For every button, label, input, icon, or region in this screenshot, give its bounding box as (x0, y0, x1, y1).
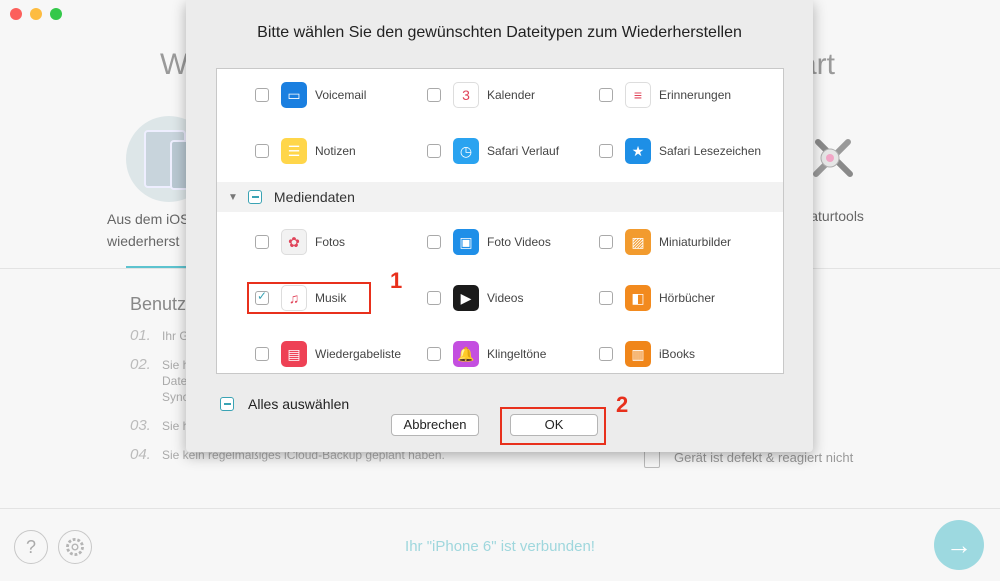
file-type-label: Kalender (487, 88, 536, 102)
select-all-checkbox[interactable] (220, 397, 234, 411)
file-type-item[interactable]: ◷ Safari Verlauf (427, 123, 559, 179)
device-icon (644, 450, 660, 468)
file-type-item[interactable]: ▤ Wiedergabeliste (255, 326, 402, 373)
file-type-item[interactable]: ▨ Miniaturbilder (599, 214, 731, 270)
file-type-label: Fotos (315, 235, 346, 249)
minimize-window-button[interactable] (30, 8, 42, 20)
media-section-header[interactable]: ▼ Mediendaten (217, 182, 783, 212)
file-type-label: Voicemail (315, 88, 367, 102)
file-type-label: Safari Lesezeichen (659, 144, 762, 158)
file-type-checkbox[interactable] (427, 88, 441, 102)
reminders-icon: ≡ (625, 82, 651, 108)
file-type-item[interactable]: ✿ Fotos (255, 214, 345, 270)
file-type-checkbox[interactable] (427, 347, 441, 361)
select-all-label: Alles auswählen (248, 396, 350, 412)
disclosure-triangle-icon[interactable]: ▼ (228, 192, 238, 203)
close-window-button[interactable] (10, 8, 22, 20)
media-section-checkbox[interactable] (247, 190, 262, 204)
file-type-checkbox[interactable] (255, 144, 269, 158)
file-type-checkbox[interactable] (255, 347, 269, 361)
audiobooks-icon: ◧ (625, 285, 651, 311)
file-type-label: Wiedergabeliste (315, 347, 402, 361)
next-button[interactable]: → (934, 520, 984, 570)
file-type-label: Klingeltöne (487, 347, 547, 361)
file-type-dialog: Bitte wählen Sie den gewünschten Dateity… (186, 0, 813, 452)
file-type-row: ☰ Notizen ◷ Safari Verlauf ★ Safari Lesezeich… (217, 123, 783, 179)
ringtones-icon: 🔔 (453, 341, 479, 367)
file-type-checkbox[interactable] (599, 347, 613, 361)
select-all[interactable]: Alles auswählen (220, 396, 349, 412)
file-type-checkbox[interactable] (427, 291, 441, 305)
file-type-checkbox[interactable] (255, 235, 269, 249)
file-type-label: Foto Videos (487, 235, 551, 249)
file-type-label: Safari Verlauf (487, 144, 560, 158)
bg-title-left: W (160, 48, 189, 81)
file-type-item[interactable]: ◧ Hörbücher (599, 270, 715, 326)
playlist-icon: ▤ (281, 341, 307, 367)
connection-status: Ihr "iPhone 6" ist verbunden! (405, 538, 595, 555)
file-type-label: iBooks (659, 347, 696, 361)
repair-tools-icon[interactable] (808, 132, 858, 182)
photos-icon: ✿ (281, 229, 307, 255)
file-type-item[interactable]: ▥ iBooks (599, 326, 696, 373)
file-type-checkbox[interactable] (599, 88, 613, 102)
annotation-highlight-ok (500, 407, 606, 445)
file-type-label: Videos (487, 291, 524, 305)
safari-history-icon: ◷ (453, 138, 479, 164)
file-type-checkbox[interactable] (427, 235, 441, 249)
file-type-item[interactable]: ≡ Erinnerungen (599, 69, 732, 123)
file-type-row: ▤ Wiedergabeliste 🔔 Klingeltöne ▥ iBooks (217, 326, 783, 373)
annotation-number-2: 2 (616, 392, 629, 417)
file-type-item[interactable]: 🔔 Klingeltöne (427, 326, 547, 373)
window-controls (10, 8, 62, 20)
file-type-item[interactable]: ★ Safari Lesezeichen (599, 123, 761, 179)
file-type-item[interactable]: ☰ Notizen (255, 123, 356, 179)
thumbnails-icon: ▨ (625, 229, 651, 255)
file-type-item[interactable]: 3 Kalender (427, 69, 536, 123)
file-type-list[interactable]: ▼ Mediendaten ▭ Voicemail 3 Kalender ≡ Erinne… (216, 68, 784, 374)
file-type-row: ▭ Voicemail 3 Kalender ≡ Erinnerungen (217, 69, 783, 123)
file-type-label: Notizen (315, 144, 356, 158)
file-type-label: Hörbücher (659, 291, 716, 305)
footer-divider (0, 508, 1000, 509)
file-type-item[interactable]: ▣ Foto Videos (427, 214, 551, 270)
file-type-checkbox[interactable] (599, 235, 613, 249)
safari-bookmarks-icon: ★ (625, 138, 651, 164)
file-type-checkbox[interactable] (255, 88, 269, 102)
file-type-checkbox[interactable] (599, 144, 613, 158)
cancel-button[interactable]: Abbrechen (391, 414, 479, 436)
file-type-checkbox[interactable] (427, 144, 441, 158)
file-type-item[interactable]: ▭ Voicemail (255, 69, 367, 123)
notes-icon: ☰ (281, 138, 307, 164)
file-type-label: Erinnerungen (659, 88, 732, 102)
videos-icon: ▶ (453, 285, 479, 311)
ibooks-icon: ▥ (625, 341, 651, 367)
ios-recover-option[interactable]: Aus dem iOS wiederherst (107, 208, 189, 252)
file-type-item[interactable]: ▶ Videos (427, 270, 523, 326)
file-type-label: Miniaturbilder (659, 235, 732, 249)
photo-videos-icon: ▣ (453, 229, 479, 255)
file-type-row: ✿ Fotos ▣ Foto Videos ▨ Miniaturbilder (217, 214, 783, 270)
dialog-title: Bitte wählen Sie den gewünschten Dateity… (257, 24, 742, 41)
voicemail-icon: ▭ (281, 82, 307, 108)
annotation-number-1: 1 (390, 268, 403, 293)
file-type-checkbox[interactable] (599, 291, 613, 305)
zoom-window-button[interactable] (50, 8, 62, 20)
annotation-highlight-music (247, 282, 371, 314)
calendar-icon: 3 (453, 82, 479, 108)
